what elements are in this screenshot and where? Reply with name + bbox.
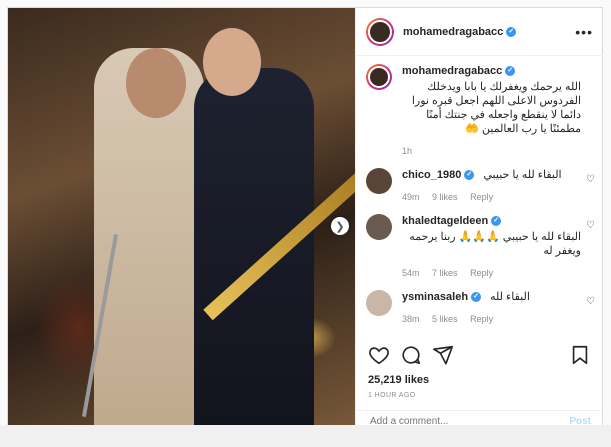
page-footer-strip bbox=[0, 425, 611, 447]
comment-time: 38m bbox=[402, 314, 420, 324]
comment-username[interactable]: chico_1980 ✓ bbox=[402, 169, 475, 181]
more-options-icon[interactable]: ••• bbox=[575, 24, 593, 40]
comment-username[interactable]: ysminasaleh ✓ bbox=[402, 291, 482, 303]
share-icon[interactable] bbox=[432, 344, 454, 366]
comment-text: البقاء لله bbox=[490, 291, 530, 303]
comment-likes[interactable]: 9 likes bbox=[432, 192, 458, 202]
photo-young-man-head bbox=[203, 28, 261, 96]
comments-list: mohamedragabacc ✓ الله يرحمك ويغفرلك يا ب… bbox=[366, 64, 595, 336]
reply-button[interactable]: Reply bbox=[470, 268, 493, 278]
reply-button[interactable]: Reply bbox=[470, 192, 493, 202]
post-photo[interactable]: ❯ bbox=[8, 8, 355, 432]
comment-item: ysminasaleh ✓ البقاء لله 38m 5 likes Repl… bbox=[366, 290, 595, 326]
comment-time: 54m bbox=[402, 268, 420, 278]
post-header: mohamedragabacc ✓ ••• bbox=[356, 8, 603, 56]
comment-time: 49m bbox=[402, 192, 420, 202]
caption-username[interactable]: mohamedragabacc ✓ bbox=[402, 65, 516, 77]
comment-heart-icon[interactable]: ♡ bbox=[586, 220, 595, 231]
chevron-right-icon[interactable]: ❯ bbox=[331, 217, 349, 235]
verified-badge-icon: ✓ bbox=[464, 170, 475, 181]
caption-time: 1h bbox=[402, 146, 413, 156]
comment-heart-icon[interactable]: ♡ bbox=[586, 296, 595, 307]
caption: mohamedragabacc ✓ الله يرحمك ويغفرلك يا ب… bbox=[366, 64, 595, 158]
comment-text: البقاء لله يا حبيبي bbox=[483, 169, 562, 181]
instagram-post: ❯ mohamedragabacc ✓ ••• mohamedragabacc ✓ … bbox=[7, 7, 603, 433]
avatar[interactable] bbox=[366, 17, 394, 46]
comment-item: khaledtageldeen ✓ البقاء لله يا حبيبي 🙏🙏🙏… bbox=[366, 214, 595, 280]
verified-badge-icon: ✓ bbox=[506, 26, 517, 37]
verified-badge-icon: ✓ bbox=[505, 66, 516, 77]
post-actions bbox=[368, 344, 591, 366]
caption-avatar[interactable] bbox=[366, 64, 392, 90]
verified-badge-icon: ✓ bbox=[491, 216, 502, 227]
post-sidebar: mohamedragabacc ✓ ••• mohamedragabacc ✓ ال… bbox=[355, 8, 603, 432]
reply-button[interactable]: Reply bbox=[470, 314, 493, 324]
heart-icon[interactable] bbox=[368, 344, 390, 366]
comment-text: البقاء لله يا حبيبي 🙏🙏🙏 ربنا يرحمه ويغفر… bbox=[409, 231, 581, 257]
comment-item: chico_1980 ✓ البقاء لله يا حبيبي 49m 9 li… bbox=[366, 168, 595, 204]
comment-avatar[interactable] bbox=[366, 214, 392, 240]
bookmark-icon[interactable] bbox=[569, 344, 591, 366]
comment-heart-icon[interactable]: ♡ bbox=[586, 174, 595, 185]
likes-count[interactable]: 25,219 likes bbox=[368, 374, 429, 386]
header-username[interactable]: mohamedragabacc ✓ bbox=[403, 26, 517, 38]
photo-young-man bbox=[194, 68, 314, 432]
comment-likes[interactable]: 5 likes bbox=[432, 314, 458, 324]
comment-icon[interactable] bbox=[400, 344, 422, 366]
photo-old-man-head bbox=[126, 48, 186, 118]
post-time: 1 HOUR AGO bbox=[368, 392, 416, 399]
comment-avatar[interactable] bbox=[366, 168, 392, 194]
comment-username[interactable]: khaledtageldeen ✓ bbox=[402, 215, 502, 227]
comment-avatar[interactable] bbox=[366, 290, 392, 316]
comment-likes[interactable]: 7 likes bbox=[432, 268, 458, 278]
verified-badge-icon: ✓ bbox=[471, 292, 482, 303]
caption-text: الله يرحمك ويغفرلك يا بابا ويدخلك الفردو… bbox=[411, 81, 581, 135]
